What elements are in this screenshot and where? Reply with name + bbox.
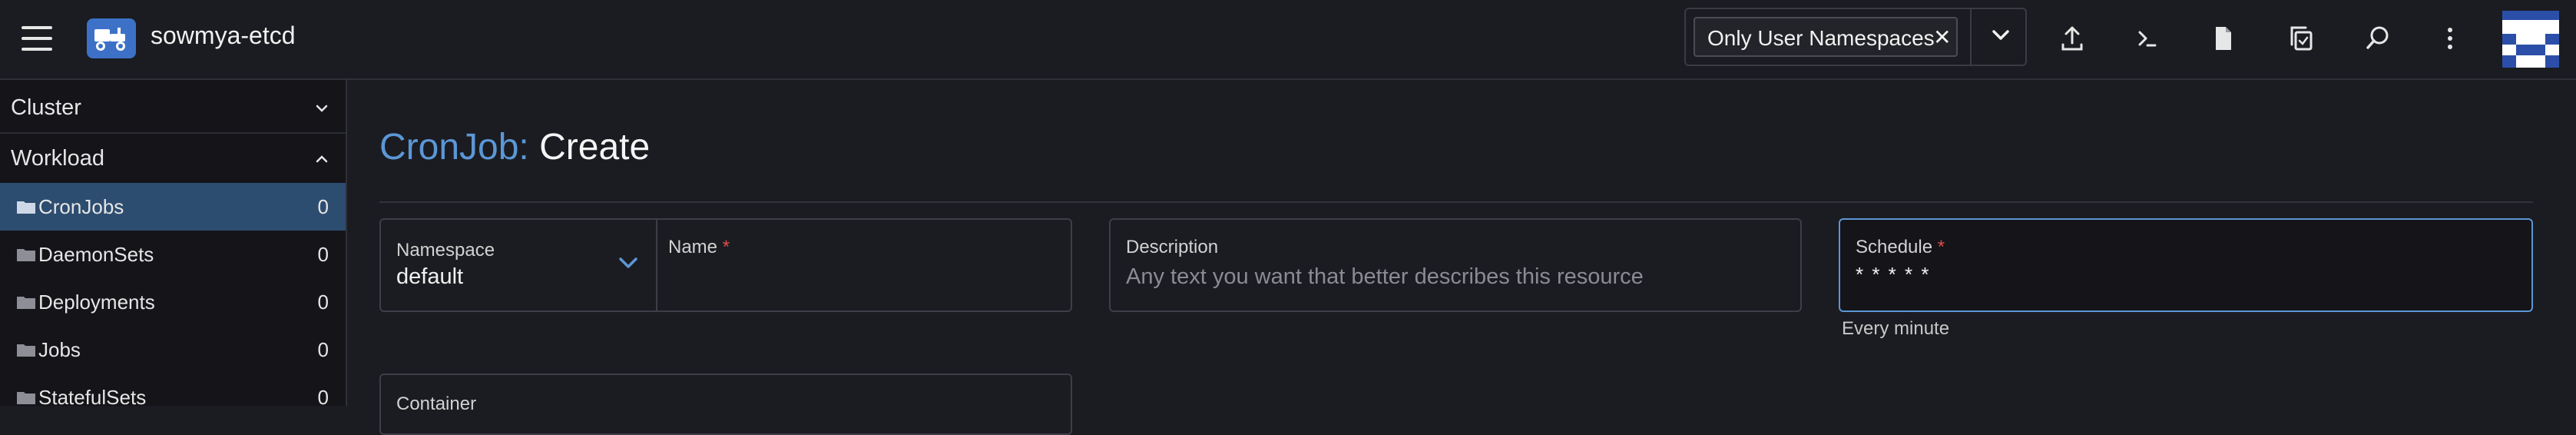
- download-kubeconfig-icon[interactable]: [2207, 23, 2238, 54]
- sidebar-item-deployments[interactable]: Deployments 0: [0, 278, 346, 326]
- search-icon[interactable]: [2362, 23, 2393, 54]
- nav-group-label: Workload: [11, 146, 104, 171]
- schedule-input[interactable]: Schedule * * * * * *: [1839, 218, 2533, 312]
- page-title-kind: CronJob:: [379, 127, 529, 168]
- hamburger-menu-icon[interactable]: [22, 26, 52, 51]
- chevron-down-icon: [616, 251, 641, 279]
- sidebar-item-label: Jobs: [38, 338, 81, 361]
- folder-icon: [17, 297, 35, 309]
- schedule-value: * * * * *: [1856, 263, 1931, 286]
- page-title-verb: Create: [539, 127, 651, 168]
- chevron-up-icon: [313, 151, 330, 171]
- sidebar-item-label: StatefulSets: [38, 386, 147, 409]
- sidebar-item-label: Deployments: [38, 291, 155, 314]
- sidebar-item-daemonsets[interactable]: DaemonSets 0: [0, 231, 346, 278]
- required-mark: *: [1937, 237, 1945, 257]
- schedule-label-text: Schedule: [1856, 237, 1933, 257]
- required-mark: *: [722, 237, 730, 257]
- namespace-value: default: [396, 264, 464, 289]
- nav-group-label: Cluster: [11, 95, 81, 120]
- page-title: CronJob: Create: [379, 126, 650, 168]
- folder-icon: [17, 201, 35, 214]
- folder-icon: [17, 249, 35, 261]
- kubectl-shell-icon[interactable]: [2132, 23, 2163, 54]
- description-placeholder: Any text you want that better describes …: [1126, 264, 1644, 289]
- schedule-help-text: Every minute: [1842, 318, 1950, 339]
- folder-icon: [17, 392, 35, 404]
- folder-icon: [17, 344, 35, 357]
- sidebar-item-label: CronJobs: [38, 195, 124, 218]
- namespace-filter[interactable]: Only User Namespaces ✕: [1684, 8, 2027, 66]
- import-yaml-icon[interactable]: [2057, 23, 2088, 54]
- namespace-filter-chip-label: Only User Namespaces: [1707, 26, 1935, 50]
- namespace-name-group: Namespace default Name *: [379, 218, 1072, 312]
- description-label: Description: [1126, 237, 1219, 257]
- user-avatar[interactable]: [2502, 11, 2559, 68]
- chevron-down-icon: [313, 100, 330, 121]
- nav-group-cluster[interactable]: Cluster: [0, 83, 346, 132]
- sidebar-item-count: 0: [317, 386, 329, 409]
- sidebar-item-jobs[interactable]: Jobs 0: [0, 326, 346, 374]
- cluster-logo-icon[interactable]: [87, 18, 136, 58]
- sidebar-item-count: 0: [317, 243, 329, 266]
- namespace-select[interactable]: Namespace default: [381, 220, 656, 310]
- schedule-label: Schedule *: [1856, 237, 1945, 258]
- sidebar-item-label: DaemonSets: [38, 243, 154, 266]
- container-select[interactable]: Container: [379, 374, 1072, 435]
- sidebar-item-count: 0: [317, 195, 329, 218]
- namespace-filter-divider: [1970, 9, 1972, 65]
- name-input[interactable]: Name *: [657, 220, 1071, 310]
- description-input[interactable]: Description Any text you want that bette…: [1109, 218, 1802, 312]
- name-label: Name *: [668, 237, 730, 258]
- more-options-icon[interactable]: [2435, 23, 2465, 54]
- side-navigation: Cluster Workload CronJobs 0 DaemonSets 0…: [0, 80, 347, 409]
- cluster-name: sowmya-etcd: [151, 22, 296, 49]
- sidebar-item-cronjobs[interactable]: CronJobs 0: [0, 183, 346, 231]
- sidebar-item-statefulsets[interactable]: StatefulSets 0: [0, 374, 346, 421]
- sidebar-item-count: 0: [317, 291, 329, 314]
- name-label-text: Name: [668, 237, 718, 257]
- top-header: sowmya-etcd Only User Namespaces ✕: [0, 0, 2576, 80]
- copy-kubeconfig-icon[interactable]: [2286, 23, 2316, 54]
- title-divider: [379, 201, 2533, 203]
- namespace-label: Namespace: [396, 240, 495, 261]
- container-label: Container: [396, 393, 477, 414]
- chevron-down-icon[interactable]: [1990, 25, 2011, 50]
- remove-chip-icon[interactable]: ✕: [1933, 25, 1951, 50]
- sidebar-item-count: 0: [317, 338, 329, 361]
- namespace-filter-chip: Only User Namespaces ✕: [1694, 17, 1958, 57]
- nav-group-workload[interactable]: Workload: [0, 134, 346, 183]
